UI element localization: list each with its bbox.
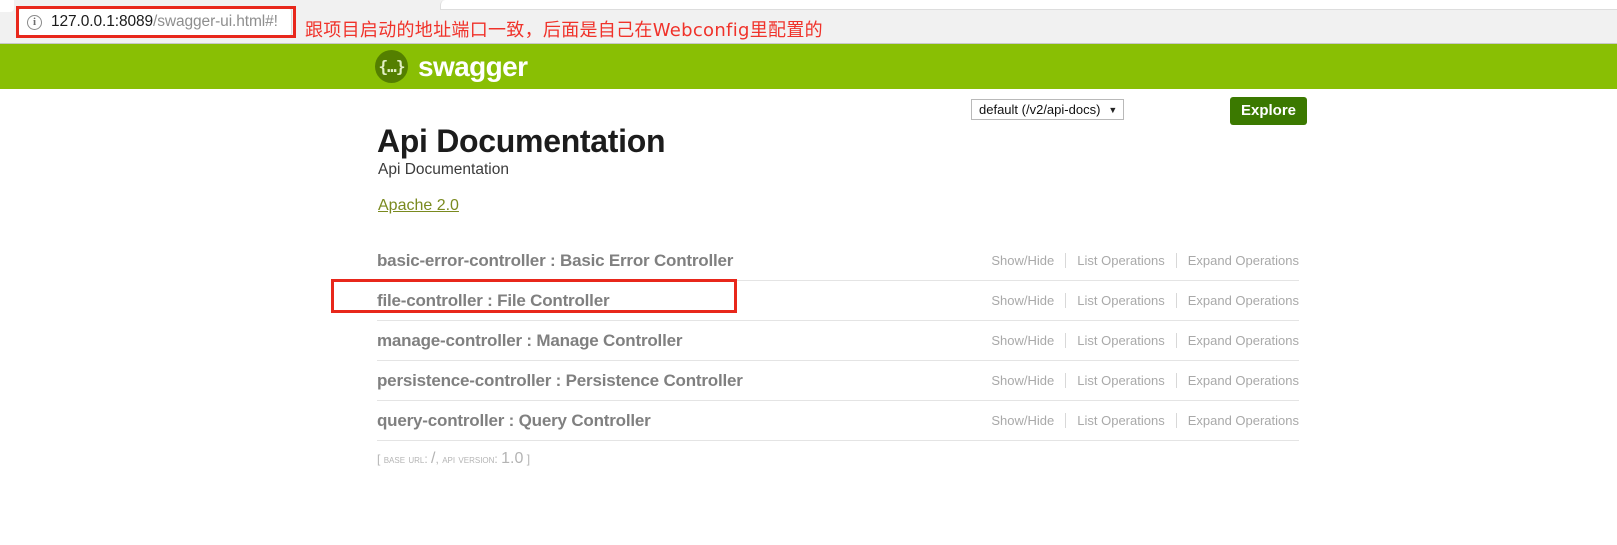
page-subtitle: Api Documentation bbox=[378, 161, 509, 178]
api-docs-select[interactable]: default (/v2/api-docs) ▼ bbox=[971, 99, 1125, 120]
list-operations-link[interactable]: List Operations bbox=[1066, 293, 1175, 308]
base-url-label: base url: bbox=[383, 452, 428, 466]
footer-bracket-close: ] bbox=[526, 452, 531, 466]
resource-row: basic-error-controller : Basic Error Con… bbox=[377, 241, 1299, 281]
swagger-braces-glyph: {…} bbox=[378, 56, 406, 76]
resource-name-query-controller[interactable]: query-controller : Query Controller bbox=[377, 411, 651, 431]
footer-bracket-open: [ bbox=[377, 452, 381, 466]
resource-row: manage-controller : Manage Controller Sh… bbox=[377, 321, 1299, 361]
api-docs-select-value: default (/v2/api-docs) bbox=[979, 102, 1101, 117]
list-operations-link[interactable]: List Operations bbox=[1066, 373, 1175, 388]
show-hide-link[interactable]: Show/Hide bbox=[980, 373, 1065, 388]
chevron-down-icon: ▼ bbox=[1108, 104, 1118, 115]
swagger-braces-icon: {…} bbox=[375, 50, 408, 83]
footer-comma: , bbox=[435, 452, 439, 466]
show-hide-link[interactable]: Show/Hide bbox=[980, 293, 1065, 308]
expand-operations-link[interactable]: Expand Operations bbox=[1177, 373, 1299, 388]
api-base-info: [ base url: /, api version: 1.0 ] bbox=[377, 450, 530, 468]
resource-name-persistence-controller[interactable]: persistence-controller : Persistence Con… bbox=[377, 371, 743, 391]
list-operations-link[interactable]: List Operations bbox=[1066, 333, 1175, 348]
resource-actions: Show/Hide List Operations Expand Operati… bbox=[980, 333, 1299, 348]
resource-row: file-controller : File Controller Show/H… bbox=[377, 281, 1299, 321]
resource-actions: Show/Hide List Operations Expand Operati… bbox=[980, 373, 1299, 388]
api-version-value: 1.0 bbox=[501, 450, 524, 467]
api-version-label: api version: bbox=[442, 452, 498, 466]
browser-tab-stub bbox=[0, 0, 14, 12]
resource-row: query-controller : Query Controller Show… bbox=[377, 401, 1299, 441]
page-root: i 127.0.0.1:8089/swagger-ui.html#! 跟项目启动… bbox=[0, 0, 1617, 545]
resource-name-file-controller[interactable]: file-controller : File Controller bbox=[377, 291, 610, 311]
resource-actions: Show/Hide List Operations Expand Operati… bbox=[980, 413, 1299, 428]
address-bar[interactable]: i 127.0.0.1:8089/swagger-ui.html#! bbox=[18, 8, 292, 36]
swagger-header-bar: {…} swagger default (/v2/api-docs) ▼ Exp… bbox=[0, 44, 1617, 125]
license-link[interactable]: Apache 2.0 bbox=[378, 197, 459, 215]
resource-actions: Show/Hide List Operations Expand Operati… bbox=[980, 253, 1299, 268]
list-operations-link[interactable]: List Operations bbox=[1066, 413, 1175, 428]
resource-name-manage-controller[interactable]: manage-controller : Manage Controller bbox=[377, 331, 682, 351]
swagger-wordmark: swagger bbox=[418, 50, 528, 82]
annotation-note: 跟项目启动的地址端口一致，后面是自己在Webconfig里配置的 bbox=[305, 20, 823, 41]
resource-list: basic-error-controller : Basic Error Con… bbox=[377, 241, 1299, 441]
page-title: Api Documentation bbox=[377, 123, 666, 159]
show-hide-link[interactable]: Show/Hide bbox=[980, 333, 1065, 348]
resource-name-basic-error-controller[interactable]: basic-error-controller : Basic Error Con… bbox=[377, 251, 733, 271]
resource-actions: Show/Hide List Operations Expand Operati… bbox=[980, 293, 1299, 308]
browser-chrome-filler bbox=[440, 0, 1617, 10]
expand-operations-link[interactable]: Expand Operations bbox=[1177, 253, 1299, 268]
swagger-logo[interactable]: {…} swagger bbox=[375, 50, 528, 83]
explore-button[interactable]: Explore bbox=[1230, 97, 1308, 125]
expand-operations-link[interactable]: Expand Operations bbox=[1177, 293, 1299, 308]
site-info-icon[interactable]: i bbox=[27, 14, 42, 30]
list-operations-link[interactable]: List Operations bbox=[1066, 253, 1175, 268]
url-path: /swagger-ui.html#! bbox=[153, 13, 278, 30]
url-host: 127.0.0.1:8089 bbox=[51, 13, 154, 30]
resource-row: persistence-controller : Persistence Con… bbox=[377, 361, 1299, 401]
expand-operations-link[interactable]: Expand Operations bbox=[1177, 333, 1299, 348]
show-hide-link[interactable]: Show/Hide bbox=[980, 253, 1065, 268]
show-hide-link[interactable]: Show/Hide bbox=[980, 413, 1065, 428]
expand-operations-link[interactable]: Expand Operations bbox=[1177, 413, 1299, 428]
address-bar-text: 127.0.0.1:8089/swagger-ui.html#! bbox=[51, 13, 278, 31]
